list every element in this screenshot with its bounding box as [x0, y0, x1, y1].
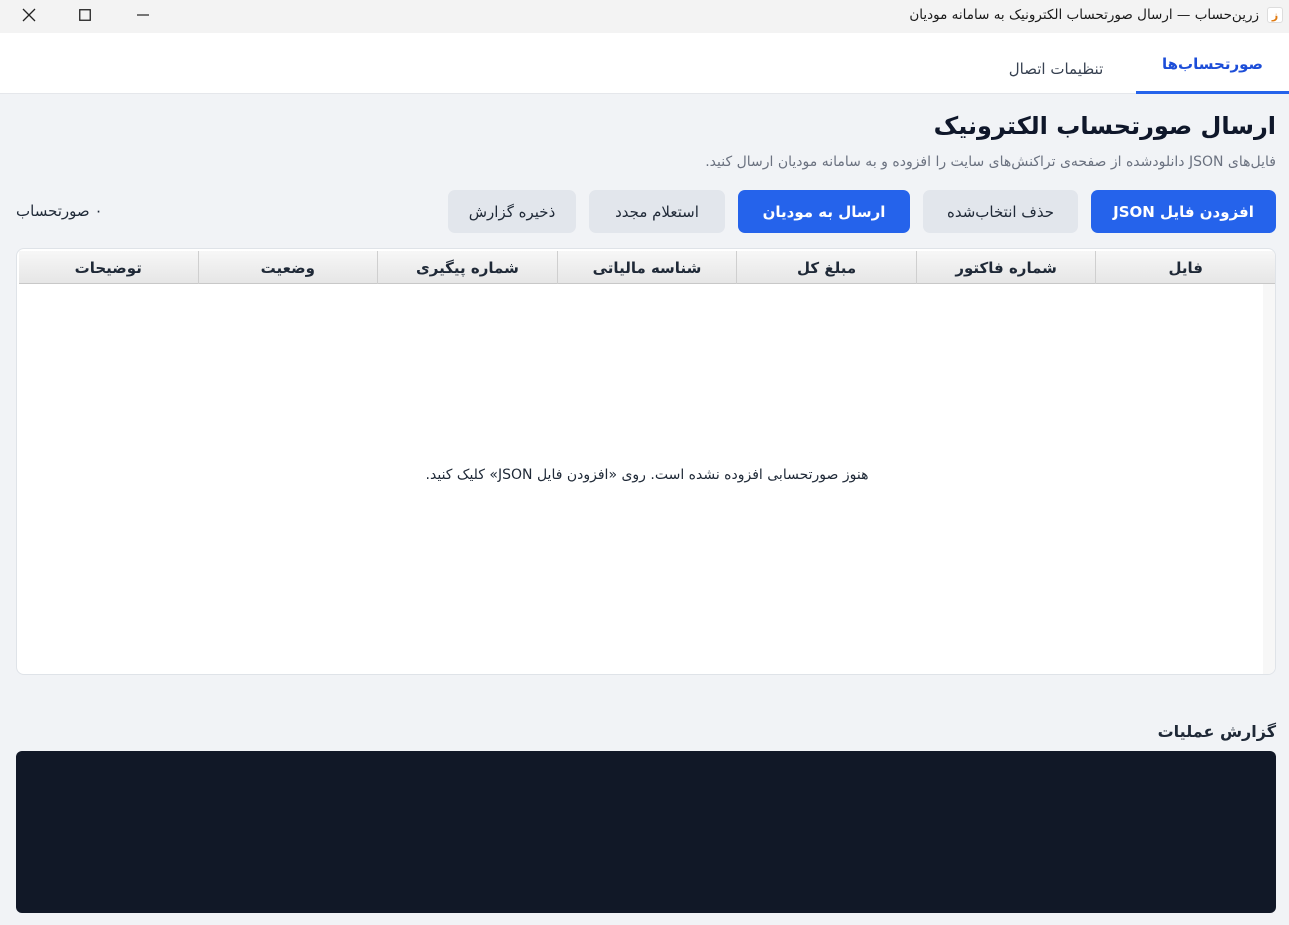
column-header-tracking-number[interactable]: شماره پیگیری — [377, 251, 557, 284]
maximize-window-button[interactable] — [56, 0, 114, 30]
log-title: گزارش عملیات — [1157, 722, 1276, 741]
column-header-invoice-number[interactable]: شماره فاکتور — [915, 251, 1096, 284]
operations-log[interactable] — [16, 751, 1276, 913]
column-header-file[interactable]: فایل — [1095, 251, 1275, 284]
minimize-icon — [137, 14, 149, 16]
page-subtitle: فایل‌های JSON دانلودشده از صفحه‌ی تراکنش… — [705, 154, 1276, 170]
close-icon — [22, 8, 36, 22]
column-header-tax-id[interactable]: شناسه مالیاتی — [556, 251, 737, 284]
invoices-table[interactable]: فایل شماره فاکتور مبلغ کل شناسه مالیاتی … — [16, 248, 1276, 675]
tab-connection-settings[interactable]: تنظیمات اتصال — [981, 33, 1131, 94]
empty-table-message: هنوز صورتحسابی افزوده نشده است. روی «افز… — [425, 467, 869, 483]
window-title: زرین‌حساب — ارسال صورتحساب الکترونیک به … — [909, 7, 1259, 23]
title-bar: ﺯ زرین‌حساب — ارسال صورتحساب الکترونیک ب… — [0, 0, 1289, 33]
tab-invoices[interactable]: صورتحساب‌ها — [1136, 33, 1289, 94]
window-title-area: ﺯ زرین‌حساب — ارسال صورتحساب الکترونیک ب… — [909, 0, 1283, 30]
close-window-button[interactable] — [0, 0, 58, 30]
table-header: فایل شماره فاکتور مبلغ کل شناسه مالیاتی … — [19, 251, 1275, 284]
app-logo-icon: ﺯ — [1267, 7, 1283, 23]
page-title: ارسال صورتحساب الکترونیک — [933, 112, 1276, 140]
delete-selected-button[interactable]: حذف انتخاب‌شده — [923, 190, 1078, 233]
tab-bar: صورتحساب‌ها تنظیمات اتصال — [0, 33, 1289, 94]
column-header-total-amount[interactable]: مبلغ کل — [736, 251, 916, 284]
column-header-status[interactable]: وضعیت — [197, 251, 378, 284]
send-to-moadian-button[interactable]: ارسال به مودیان — [738, 190, 910, 233]
add-json-button[interactable]: افزودن فایل JSON — [1091, 190, 1276, 233]
minimize-window-button[interactable] — [114, 0, 172, 30]
column-header-description[interactable]: توضیحات — [19, 251, 198, 284]
invoice-count: ۰ صورتحساب — [16, 202, 103, 220]
maximize-icon — [79, 9, 91, 21]
requery-button[interactable]: استعلام مجدد — [589, 190, 725, 233]
save-report-button[interactable]: ذخیره گزارش — [448, 190, 576, 233]
